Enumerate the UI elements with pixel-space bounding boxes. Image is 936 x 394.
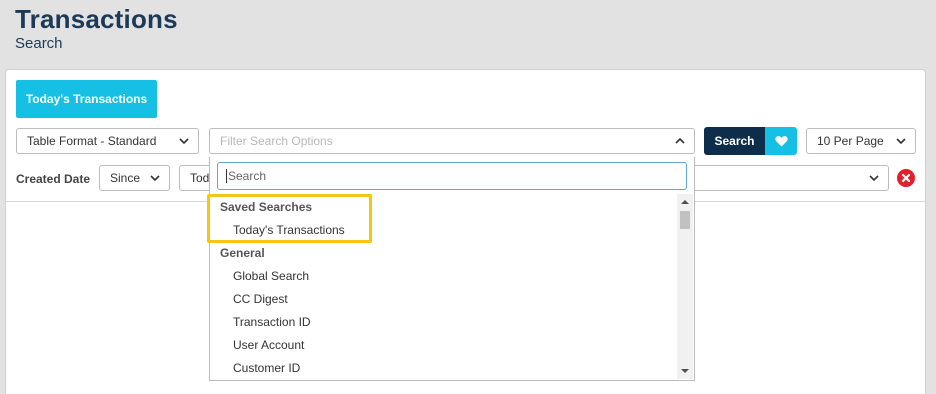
filter-placeholder: Filter Search Options	[220, 134, 333, 148]
option-transaction-id[interactable]: Transaction ID	[233, 315, 311, 329]
since-value: Since	[110, 171, 141, 185]
close-icon	[901, 173, 911, 183]
group-general: General	[220, 246, 265, 260]
created-date-label: Created Date	[16, 172, 91, 186]
scroll-up-arrow-icon[interactable]	[681, 200, 689, 204]
chevron-down-icon	[869, 175, 879, 182]
page-title: Transactions	[15, 4, 178, 34]
dropdown-search-placeholder: Search	[228, 169, 267, 183]
dropdown-options-list: Saved Searches Today's Transactions Gene…	[210, 195, 680, 381]
filter-search-options[interactable]: Filter Search Options	[209, 128, 695, 154]
group-saved-searches: Saved Searches	[220, 200, 313, 214]
clear-icon[interactable]	[897, 169, 915, 187]
chevron-up-icon	[675, 137, 685, 144]
option-user-account[interactable]: User Account	[233, 338, 304, 352]
per-page-select[interactable]: 10 Per Page	[806, 128, 916, 154]
chevron-down-icon	[896, 138, 906, 145]
dropdown-scrollbar[interactable]	[677, 194, 693, 379]
dropdown-search-input[interactable]: Search	[217, 162, 687, 190]
heart-icon	[774, 136, 788, 147]
option-global-search[interactable]: Global Search	[233, 269, 309, 283]
since-select[interactable]: Since	[99, 165, 170, 191]
option-todays-transactions[interactable]: Today's Transactions	[233, 223, 345, 237]
search-button[interactable]: Search	[704, 127, 765, 155]
option-cc-digest[interactable]: CC Digest	[233, 292, 288, 306]
table-format-select[interactable]: Table Format - Standard	[16, 128, 199, 154]
filter-options-dropdown: Search Saved Searches Today's Transactio…	[209, 157, 695, 381]
date-value-text: Tod	[190, 171, 210, 185]
per-page-value: 10 Per Page	[817, 134, 884, 148]
page-subtitle: Search	[15, 35, 63, 52]
table-format-value: Table Format - Standard	[27, 134, 157, 148]
todays-transactions-button[interactable]: Today's Transactions	[16, 80, 157, 118]
chevron-down-icon	[179, 138, 189, 145]
text-caret	[226, 169, 227, 183]
scroll-thumb[interactable]	[680, 211, 690, 229]
save-search-button[interactable]	[765, 127, 797, 155]
option-customer-id[interactable]: Customer ID	[233, 361, 300, 375]
scroll-down-arrow-icon[interactable]	[681, 369, 689, 373]
chevron-down-icon	[150, 175, 160, 182]
